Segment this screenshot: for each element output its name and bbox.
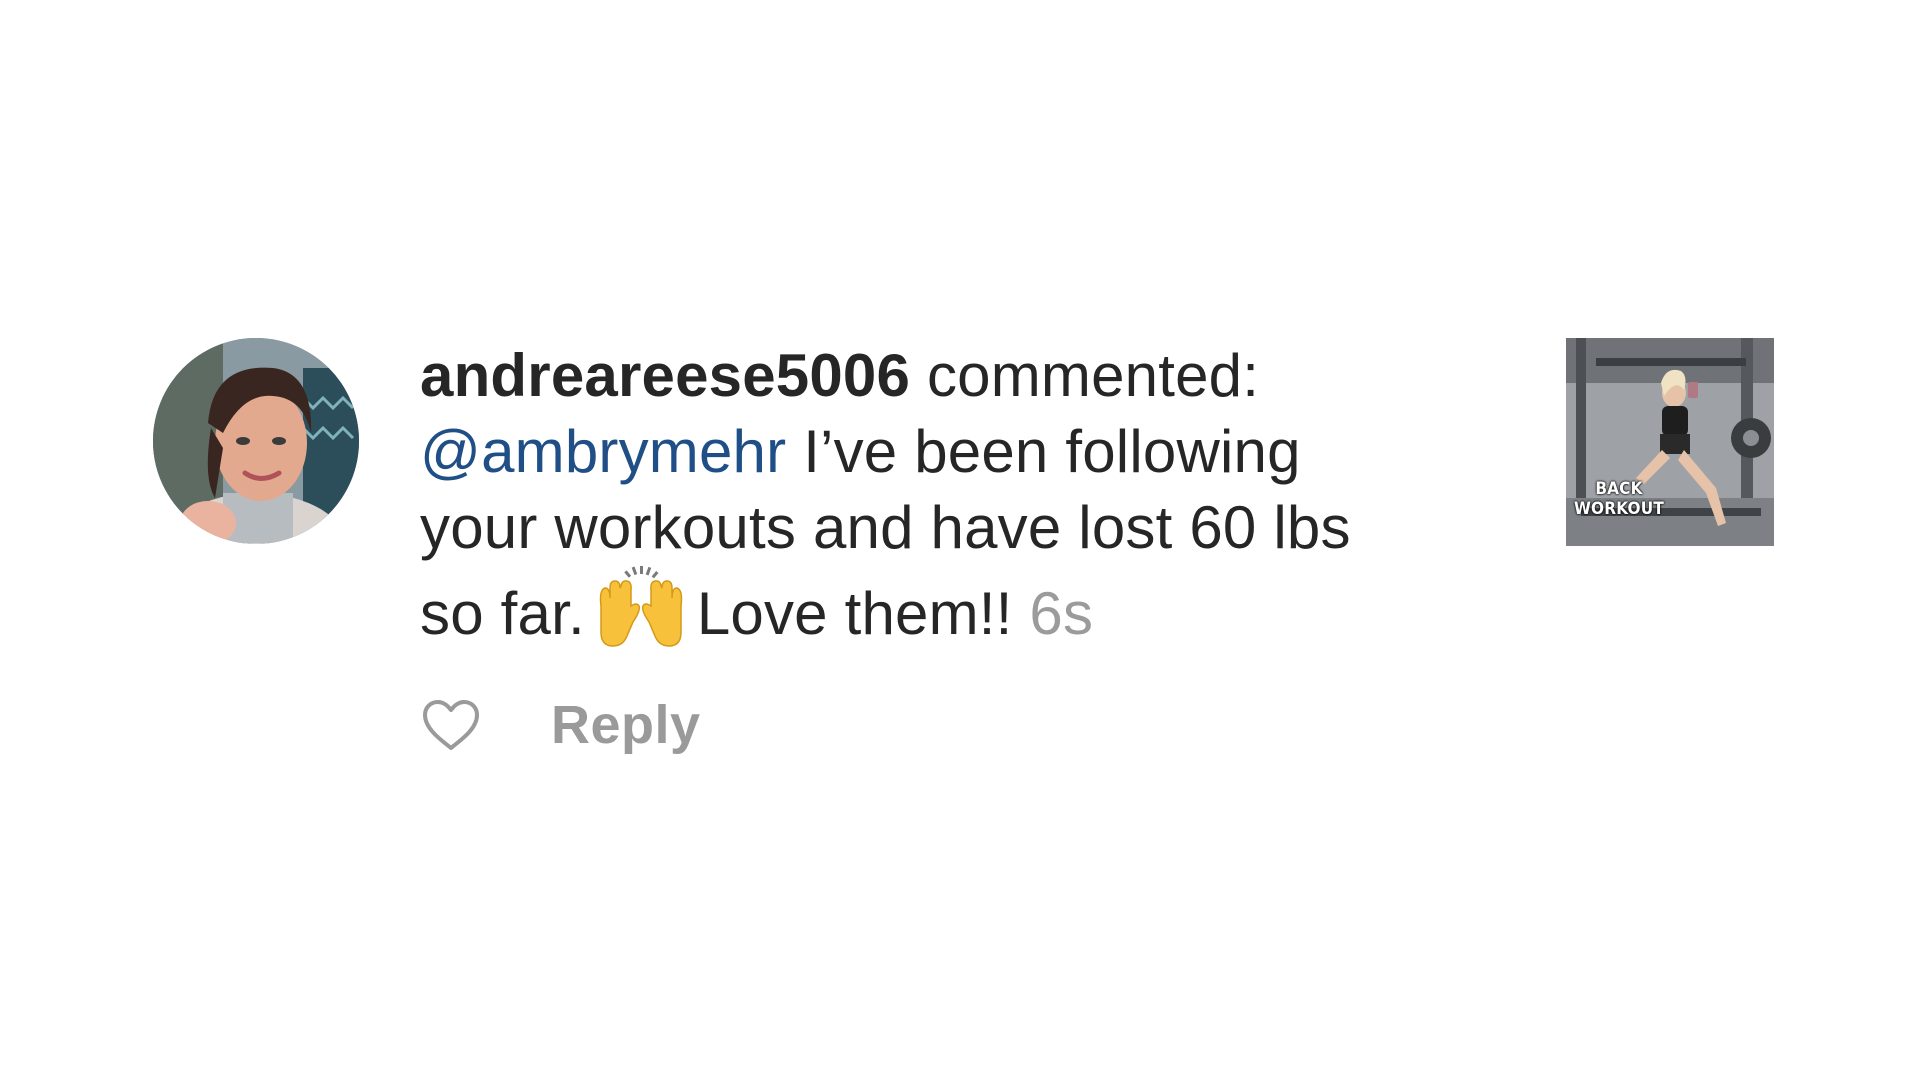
commenter-username[interactable]: andreareese5006 [420,342,910,409]
mention-link[interactable]: @ambrymehr [420,418,786,485]
comment-timestamp: 6s [1029,580,1094,647]
thumbnail-caption-line-1: BACK [1595,479,1643,499]
comment-action-text: commented: [926,342,1260,409]
message-line-1: I’ve been following [803,418,1301,485]
thumbnail-caption-line-2: WORKOUT [1574,499,1664,519]
message-line-3-after-emoji: Love them!! [696,580,1013,647]
comment-actions: Reply [420,690,701,760]
raising-hands-emoji [595,566,687,648]
post-thumbnail[interactable]: BACK WORKOUT [1566,338,1774,546]
message-line-2: your workouts and have lost 60 lbs [420,494,1351,561]
like-button[interactable] [420,696,482,754]
heart-outline-icon [423,700,479,750]
comment-text: andreareese5006 commented: @ambrymehr I’… [420,338,1500,652]
avatar-photo [153,338,359,544]
thumbnail-caption: BACK WORKOUT [1574,479,1664,519]
user-avatar[interactable] [153,338,359,544]
reply-button[interactable]: Reply [551,694,701,756]
message-line-3-before-emoji: so far. [420,580,585,647]
